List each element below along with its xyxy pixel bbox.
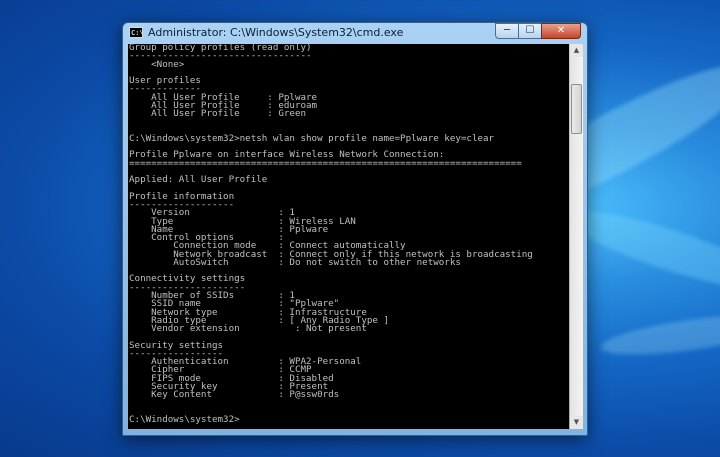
scroll-thumb[interactable] (571, 84, 582, 134)
cmd-window: C:\ Administrator: C:\Windows\System32\c… (122, 22, 588, 436)
window-controls: ─ ☐ ✕ (495, 23, 581, 39)
scroll-down-button[interactable]: ▼ (570, 416, 583, 429)
window-title: Administrator: C:\Windows\System32\cmd.e… (148, 26, 404, 39)
console-output[interactable]: Group policy profiles (read only) ------… (128, 44, 569, 429)
close-button[interactable]: ✕ (541, 23, 581, 39)
wallpaper-streak (598, 307, 720, 363)
console-text: Group policy profiles (read only) ------… (129, 44, 533, 425)
minimize-button[interactable]: ─ (495, 23, 519, 39)
maximize-button[interactable]: ☐ (518, 23, 542, 39)
title-bar[interactable]: C:\ Administrator: C:\Windows\System32\c… (123, 23, 587, 43)
cmd-icon[interactable]: C:\ (129, 27, 144, 38)
scroll-up-button[interactable]: ▲ (570, 44, 583, 57)
vertical-scrollbar[interactable]: ▲ ▼ (570, 44, 583, 429)
